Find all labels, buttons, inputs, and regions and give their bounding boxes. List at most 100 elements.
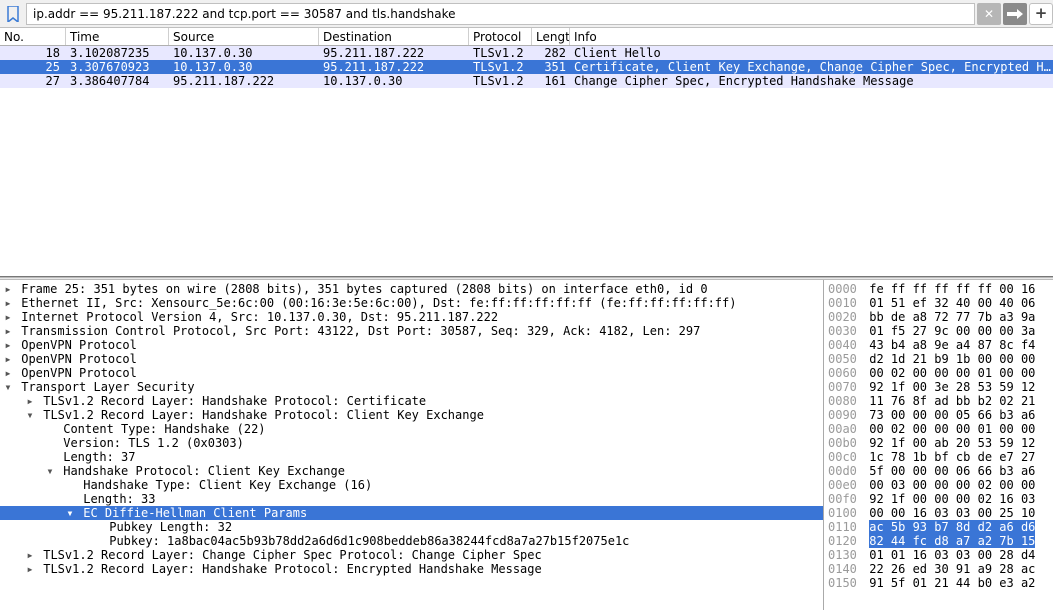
cell-no: 25	[0, 60, 66, 74]
hex-row[interactable]: 0080 11 76 8f ad bb b2 02 21	[828, 394, 1053, 408]
cell-no: 27	[0, 74, 66, 88]
tree-row[interactable]: ▸ Frame 25: 351 bytes on wire (2808 bits…	[0, 282, 823, 296]
add-filter-button[interactable]: +	[1029, 3, 1053, 25]
hex-bytes: 00 02 00 00 00 01 00 00	[869, 422, 1035, 436]
col-header-time[interactable]: Time	[66, 28, 169, 45]
hex-bytes: 82 44 fc d8 a7 a2 7b 15	[869, 534, 1035, 548]
tree-row[interactable]: ▸ TLSv1.2 Record Layer: Change Cipher Sp…	[0, 548, 823, 562]
tree-row[interactable]: ▸ OpenVPN Protocol	[0, 366, 823, 380]
collapse-icon[interactable]: ▾	[44, 464, 56, 478]
col-header-destination[interactable]: Destination	[319, 28, 469, 45]
hex-row[interactable]: 0100 00 00 16 03 03 00 25 10	[828, 506, 1053, 520]
bookmark-icon[interactable]	[2, 3, 24, 25]
col-header-source[interactable]: Source	[169, 28, 319, 45]
tree-row[interactable]: ▾ EC Diffie-Hellman Client Params	[0, 506, 823, 520]
hex-offset: 0020	[828, 310, 862, 324]
hex-offset: 00b0	[828, 436, 862, 450]
hex-row[interactable]: 00b0 92 1f 00 ab 20 53 59 12	[828, 436, 1053, 450]
tree-row[interactable]: Length: 37	[0, 450, 823, 464]
tree-row[interactable]: ▸ Ethernet II, Src: Xensourc_5e:6c:00 (0…	[0, 296, 823, 310]
tree-row[interactable]: Content Type: Handshake (22)	[0, 422, 823, 436]
tree-row[interactable]: Pubkey: 1a8bac04ac5b93b78dd2a6d6d1c908be…	[0, 534, 823, 548]
hex-row[interactable]: 00c0 1c 78 1b bf cb de e7 27	[828, 450, 1053, 464]
hex-row[interactable]: 0020 bb de a8 72 77 7b a3 9a	[828, 310, 1053, 324]
hex-row[interactable]: 00e0 00 03 00 00 00 02 00 00	[828, 478, 1053, 492]
col-header-protocol[interactable]: Protocol	[469, 28, 532, 45]
hex-row[interactable]: 0000 fe ff ff ff ff ff 00 16	[828, 282, 1053, 296]
hex-offset: 0060	[828, 366, 862, 380]
cell-time: 3.386407784	[66, 74, 169, 88]
hex-offset: 0070	[828, 380, 862, 394]
tree-row[interactable]: Pubkey Length: 32	[0, 520, 823, 534]
col-header-length[interactable]: Length	[532, 28, 570, 45]
packet-list-header[interactable]: No. Time Source Destination Protocol Len…	[0, 28, 1053, 46]
hex-row[interactable]: 0140 22 26 ed 30 91 a9 28 ac	[828, 562, 1053, 576]
hex-row[interactable]: 0060 00 02 00 00 00 01 00 00	[828, 366, 1053, 380]
tree-label: TLSv1.2 Record Layer: Handshake Protocol…	[36, 562, 542, 576]
cell-length: 282	[532, 46, 570, 60]
packet-list-pane[interactable]: No. Time Source Destination Protocol Len…	[0, 28, 1053, 277]
col-header-info[interactable]: Info	[570, 28, 1053, 45]
hex-row[interactable]: 0050 d2 1d 21 b9 1b 00 00 00	[828, 352, 1053, 366]
tree-row[interactable]: ▾ TLSv1.2 Record Layer: Handshake Protoc…	[0, 408, 823, 422]
tree-label: EC Diffie-Hellman Client Params	[76, 506, 307, 520]
packet-row[interactable]: 253.30767092310.137.0.3095.211.187.222TL…	[0, 60, 1053, 74]
tree-row[interactable]: ▸ OpenVPN Protocol	[0, 338, 823, 352]
hex-row[interactable]: 00d0 5f 00 00 00 06 66 b3 a6	[828, 464, 1053, 478]
tree-row[interactable]: ▸ TLSv1.2 Record Layer: Handshake Protoc…	[0, 562, 823, 576]
collapse-icon[interactable]: ▾	[64, 506, 76, 520]
hex-row[interactable]: 0120 82 44 fc d8 a7 a2 7b 15	[828, 534, 1053, 548]
hex-offset: 0120	[828, 534, 862, 548]
expand-icon[interactable]: ▸	[2, 282, 14, 296]
tree-row[interactable]: ▸ Internet Protocol Version 4, Src: 10.1…	[0, 310, 823, 324]
packet-row[interactable]: 183.10208723510.137.0.3095.211.187.222TL…	[0, 46, 1053, 60]
expand-icon[interactable]: ▸	[2, 366, 14, 380]
expand-icon[interactable]: ▸	[24, 562, 36, 576]
hex-row[interactable]: 0030 01 f5 27 9c 00 00 00 3a	[828, 324, 1053, 338]
tree-row[interactable]: ▾ Handshake Protocol: Client Key Exchang…	[0, 464, 823, 478]
collapse-icon[interactable]: ▾	[2, 380, 14, 394]
expand-icon[interactable]: ▸	[2, 296, 14, 310]
tree-row[interactable]: ▸ OpenVPN Protocol	[0, 352, 823, 366]
expand-icon[interactable]: ▸	[24, 548, 36, 562]
hex-bytes: 01 01 16 03 03 00 28 d4	[869, 548, 1035, 562]
hex-row[interactable]: 0130 01 01 16 03 03 00 28 d4	[828, 548, 1053, 562]
expand-icon[interactable]: ▸	[2, 338, 14, 352]
expand-icon[interactable]: ▸	[2, 324, 14, 338]
tree-label: TLSv1.2 Record Layer: Handshake Protocol…	[36, 408, 484, 422]
tree-label: Frame 25: 351 bytes on wire (2808 bits),…	[14, 282, 708, 296]
tree-row[interactable]: ▾ Transport Layer Security	[0, 380, 823, 394]
packet-details-pane[interactable]: ▸ Frame 25: 351 bytes on wire (2808 bits…	[0, 280, 824, 610]
clear-filter-button[interactable]: ✕	[977, 3, 1001, 25]
tree-row[interactable]: Handshake Type: Client Key Exchange (16)	[0, 478, 823, 492]
hex-row[interactable]: 00f0 92 1f 00 00 00 02 16 03	[828, 492, 1053, 506]
cell-info: Certificate, Client Key Exchange, Change…	[570, 60, 1053, 74]
hex-offset: 0040	[828, 338, 862, 352]
hex-row[interactable]: 0110 ac 5b 93 b7 8d d2 a6 d6	[828, 520, 1053, 534]
display-filter-input[interactable]	[26, 3, 975, 25]
hex-row[interactable]: 0070 92 1f 00 3e 28 53 59 12	[828, 380, 1053, 394]
col-header-no[interactable]: No.	[0, 28, 66, 45]
expand-icon[interactable]: ▸	[2, 352, 14, 366]
tree-row[interactable]: Version: TLS 1.2 (0x0303)	[0, 436, 823, 450]
tree-label: Pubkey Length: 32	[102, 520, 232, 534]
packet-bytes-pane[interactable]: 0000 fe ff ff ff ff ff 00 160010 01 51 e…	[824, 280, 1053, 610]
hex-bytes: 1c 78 1b bf cb de e7 27	[869, 450, 1035, 464]
cell-info: Change Cipher Spec, Encrypted Handshake …	[570, 74, 1053, 88]
hex-row[interactable]: 0150 91 5f 01 21 44 b0 e3 a2	[828, 576, 1053, 590]
hex-row[interactable]: 0040 43 b4 a8 9e a4 87 8c f4	[828, 338, 1053, 352]
tree-row[interactable]: ▸ TLSv1.2 Record Layer: Handshake Protoc…	[0, 394, 823, 408]
arrow-right-icon	[1007, 9, 1023, 19]
hex-row[interactable]: 0090 73 00 00 00 05 66 b3 a6	[828, 408, 1053, 422]
hex-row[interactable]: 0010 01 51 ef 32 40 00 40 06	[828, 296, 1053, 310]
hex-row[interactable]: 00a0 00 02 00 00 00 01 00 00	[828, 422, 1053, 436]
tree-row[interactable]: Length: 33	[0, 492, 823, 506]
tree-row[interactable]: ▸ Transmission Control Protocol, Src Por…	[0, 324, 823, 338]
tree-label: Length: 37	[56, 450, 135, 464]
plus-icon: +	[1035, 6, 1048, 21]
collapse-icon[interactable]: ▾	[24, 408, 36, 422]
expand-icon[interactable]: ▸	[2, 310, 14, 324]
expand-icon[interactable]: ▸	[24, 394, 36, 408]
packet-row[interactable]: 273.38640778495.211.187.22210.137.0.30TL…	[0, 74, 1053, 88]
apply-filter-button[interactable]	[1003, 3, 1027, 25]
